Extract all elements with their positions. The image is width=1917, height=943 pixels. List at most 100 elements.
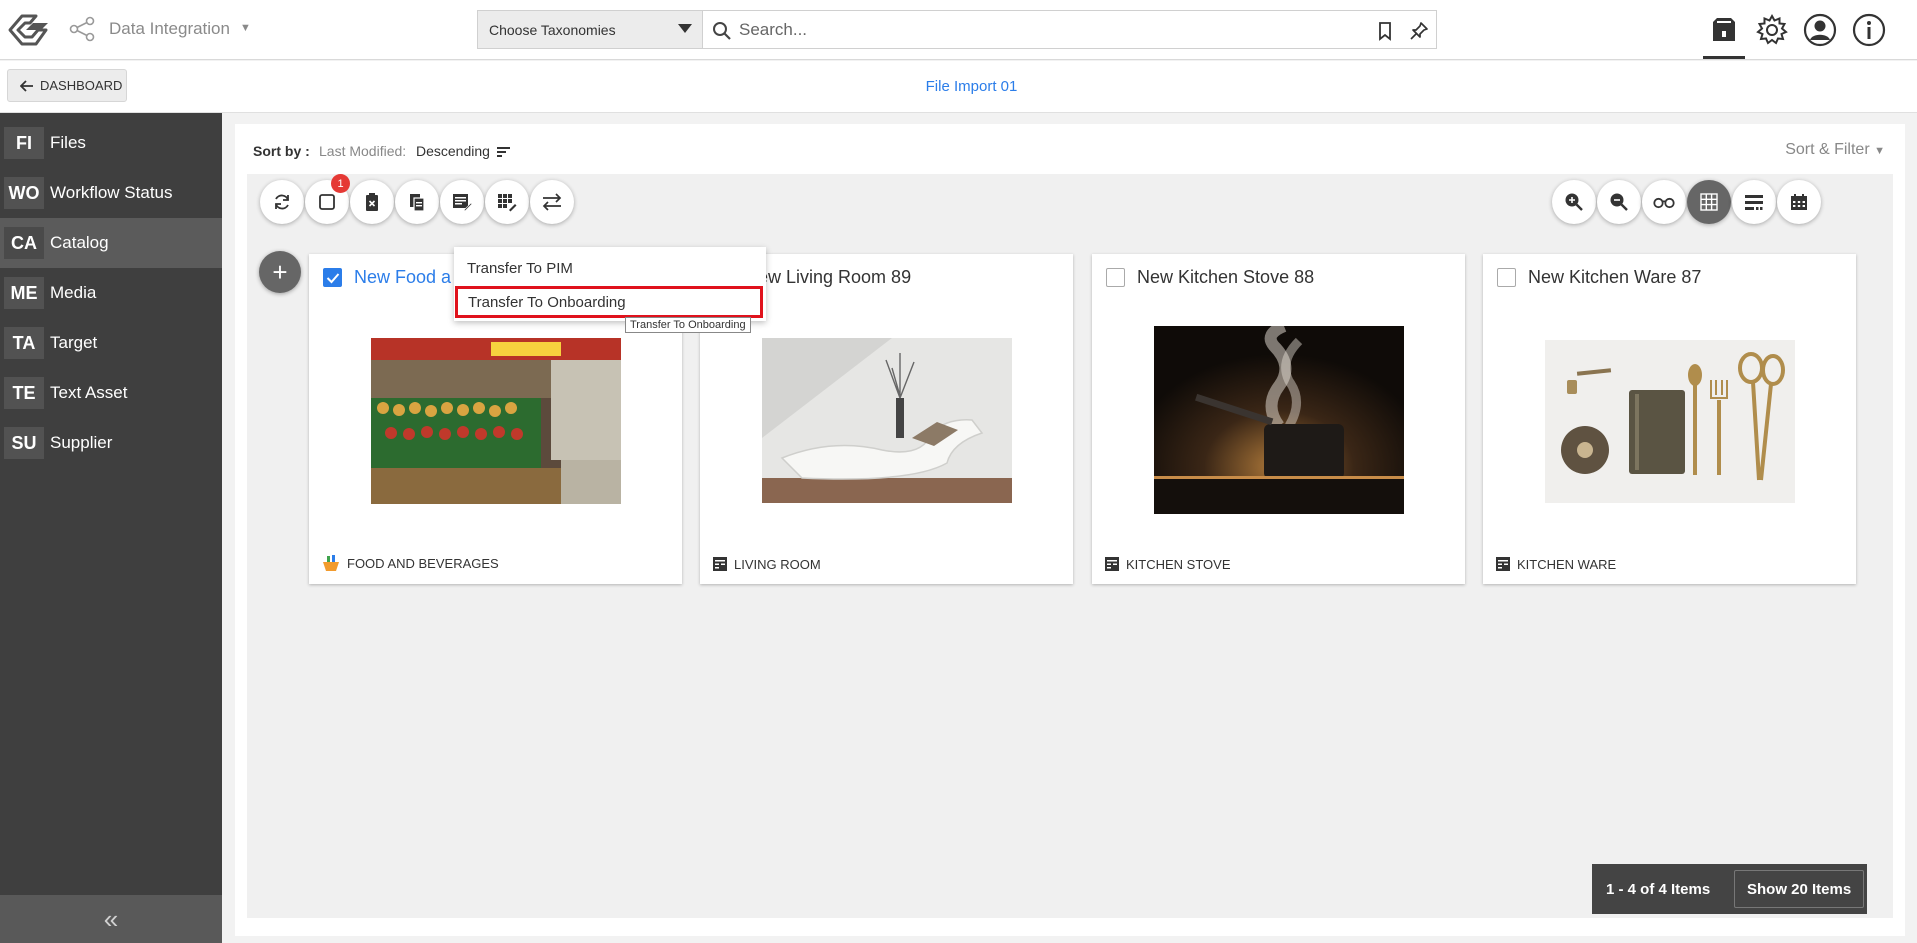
show-items-button[interactable]: Show 20 Items	[1734, 870, 1865, 908]
chevron-down-icon: ▼	[1874, 145, 1885, 157]
refresh-icon	[275, 194, 289, 210]
archive-icon[interactable]	[1704, 10, 1744, 50]
select-all-button[interactable]: 1	[305, 174, 350, 224]
item-card[interactable]: New Kitchen Stove 88 KITCHEN STOVE	[1092, 254, 1465, 584]
edit-list-icon	[453, 194, 473, 212]
checkbox-icon	[319, 194, 335, 210]
sidebar-item-target[interactable]: TA Target	[0, 318, 222, 368]
sort-bar: Sort by : Last Modified: Descending Sort…	[235, 124, 1905, 174]
user-account-icon[interactable]	[1800, 10, 1840, 50]
app-caret-icon[interactable]: ▼	[240, 22, 251, 34]
kitchen-ware-image	[1545, 340, 1795, 503]
sidebar-item-label: Supplier	[50, 433, 113, 452]
sidebar-item-text-asset[interactable]: TE Text Asset	[0, 368, 222, 418]
card-category: LIVING ROOM	[734, 556, 821, 572]
delete-button[interactable]	[350, 180, 394, 224]
copy-button[interactable]	[395, 180, 439, 224]
sidebar: FI Files WO Workflow Status CA Catalog M…	[0, 113, 222, 943]
zoom-in-button[interactable]	[1552, 180, 1596, 224]
sidebar-item-abbr: WO	[4, 177, 44, 209]
taxonomy-select[interactable]: Choose Taxonomies	[477, 10, 703, 49]
taxonomy-select-label: Choose Taxonomies	[489, 22, 616, 38]
sort-filter-button[interactable]: Sort & Filter ▼	[1785, 141, 1885, 159]
catalog-item-icon	[1105, 557, 1119, 571]
kitchen-stove-image	[1154, 326, 1404, 514]
card-footer: KITCHEN WARE	[1495, 556, 1616, 572]
sidebar-item-workflow-status[interactable]: WO Workflow Status	[0, 168, 222, 218]
sort-by-label: Sort by :	[253, 143, 310, 159]
sidebar-item-abbr: FI	[4, 127, 44, 159]
sidebar-item-label: Files	[50, 133, 86, 152]
item-count: 1 - 4 of 4 Items	[1606, 880, 1711, 898]
settings-gear-icon[interactable]	[1752, 10, 1792, 50]
info-icon[interactable]	[1849, 10, 1889, 50]
card-footer: FOOD AND BEVERAGES	[321, 554, 499, 572]
card-title[interactable]: New Food a	[354, 267, 451, 288]
card-checkbox[interactable]	[1106, 268, 1125, 287]
integration-icon	[69, 16, 95, 42]
plus-icon: +	[272, 256, 288, 287]
copy-icon	[410, 194, 425, 212]
search-input[interactable]	[739, 17, 1339, 43]
sidebar-item-files[interactable]: FI Files	[0, 118, 222, 168]
logo-icon[interactable]	[6, 10, 52, 50]
sidebar-item-label: Media	[50, 283, 97, 302]
grid-edit-button[interactable]	[485, 180, 529, 224]
card-category: FOOD AND BEVERAGES	[347, 555, 499, 571]
top-bar: Data Integration ▼ Choose Taxonomies	[0, 0, 1917, 60]
menu-item-transfer-to-onboarding[interactable]: Transfer To Onboarding	[455, 286, 763, 318]
sort-icon[interactable]	[497, 146, 511, 158]
card-footer: KITCHEN STOVE	[1104, 556, 1231, 572]
sort-filter-label: Sort & Filter	[1785, 141, 1870, 158]
sort-direction[interactable]: Descending	[416, 143, 490, 159]
zoom-out-icon	[1610, 193, 1628, 211]
transfer-button[interactable]	[530, 180, 574, 224]
sidebar-item-media[interactable]: ME Media	[0, 268, 222, 318]
card-title[interactable]: New Kitchen Stove 88	[1137, 267, 1314, 288]
bookmark-icon[interactable]	[1374, 20, 1396, 42]
sidebar-item-label: Catalog	[50, 233, 109, 252]
living-room-image	[762, 338, 1012, 503]
card-checkbox[interactable]	[323, 268, 342, 287]
list-view-button[interactable]	[1732, 180, 1776, 224]
menu-item-transfer-to-pim[interactable]: Transfer To PIM	[454, 252, 766, 284]
active-indicator	[1703, 56, 1745, 59]
main-panel: Sort by : Last Modified: Descending Sort…	[235, 124, 1905, 936]
collapse-sidebar-button[interactable]: «	[0, 895, 222, 943]
add-button[interactable]: +	[259, 251, 301, 293]
zoom-out-button[interactable]	[1597, 180, 1641, 224]
transfer-arrows-icon	[542, 193, 562, 211]
refresh-button[interactable]	[260, 180, 304, 224]
card-title[interactable]: New Living Room 89	[745, 267, 911, 288]
sidebar-item-supplier[interactable]: SU Supplier	[0, 418, 222, 468]
double-chevron-left-icon: «	[103, 903, 119, 934]
transfer-menu: Transfer To PIM Transfer To Onboarding	[454, 247, 766, 321]
preview-button[interactable]	[1642, 180, 1686, 224]
card-footer: LIVING ROOM	[712, 556, 821, 572]
list-view-icon	[1745, 195, 1763, 210]
grocery-store-image	[371, 338, 621, 504]
card-checkbox[interactable]	[1497, 268, 1516, 287]
sidebar-item-catalog[interactable]: CA Catalog	[0, 218, 222, 268]
card-title[interactable]: New Kitchen Ware 87	[1528, 267, 1701, 288]
app-name[interactable]: Data Integration	[109, 19, 230, 39]
sidebar-item-label: Target	[50, 333, 98, 352]
sub-bar: DASHBOARD File Import 01	[0, 61, 1917, 113]
calendar-view-button[interactable]	[1777, 180, 1821, 224]
sidebar-item-abbr: ME	[4, 277, 44, 309]
card-category: KITCHEN STOVE	[1126, 556, 1231, 572]
pin-icon[interactable]	[1408, 20, 1430, 42]
calendar-icon	[1791, 194, 1807, 210]
item-card[interactable]: New Kitchen Ware 87 KITCHEN WARE	[1483, 254, 1856, 584]
checkmark-icon	[326, 272, 339, 283]
bulk-edit-button[interactable]	[440, 180, 484, 224]
sidebar-item-abbr: TE	[4, 377, 44, 409]
sort-field[interactable]: Last Modified:	[319, 143, 406, 159]
grid-view-icon	[1700, 193, 1718, 211]
search-icon	[713, 22, 731, 40]
sidebar-item-label: Text Asset	[50, 383, 128, 402]
grid-view-button[interactable]	[1687, 180, 1731, 224]
clipboard-delete-icon	[366, 193, 378, 211]
catalog-item-icon	[713, 557, 727, 571]
grid-edit-icon	[498, 194, 517, 212]
